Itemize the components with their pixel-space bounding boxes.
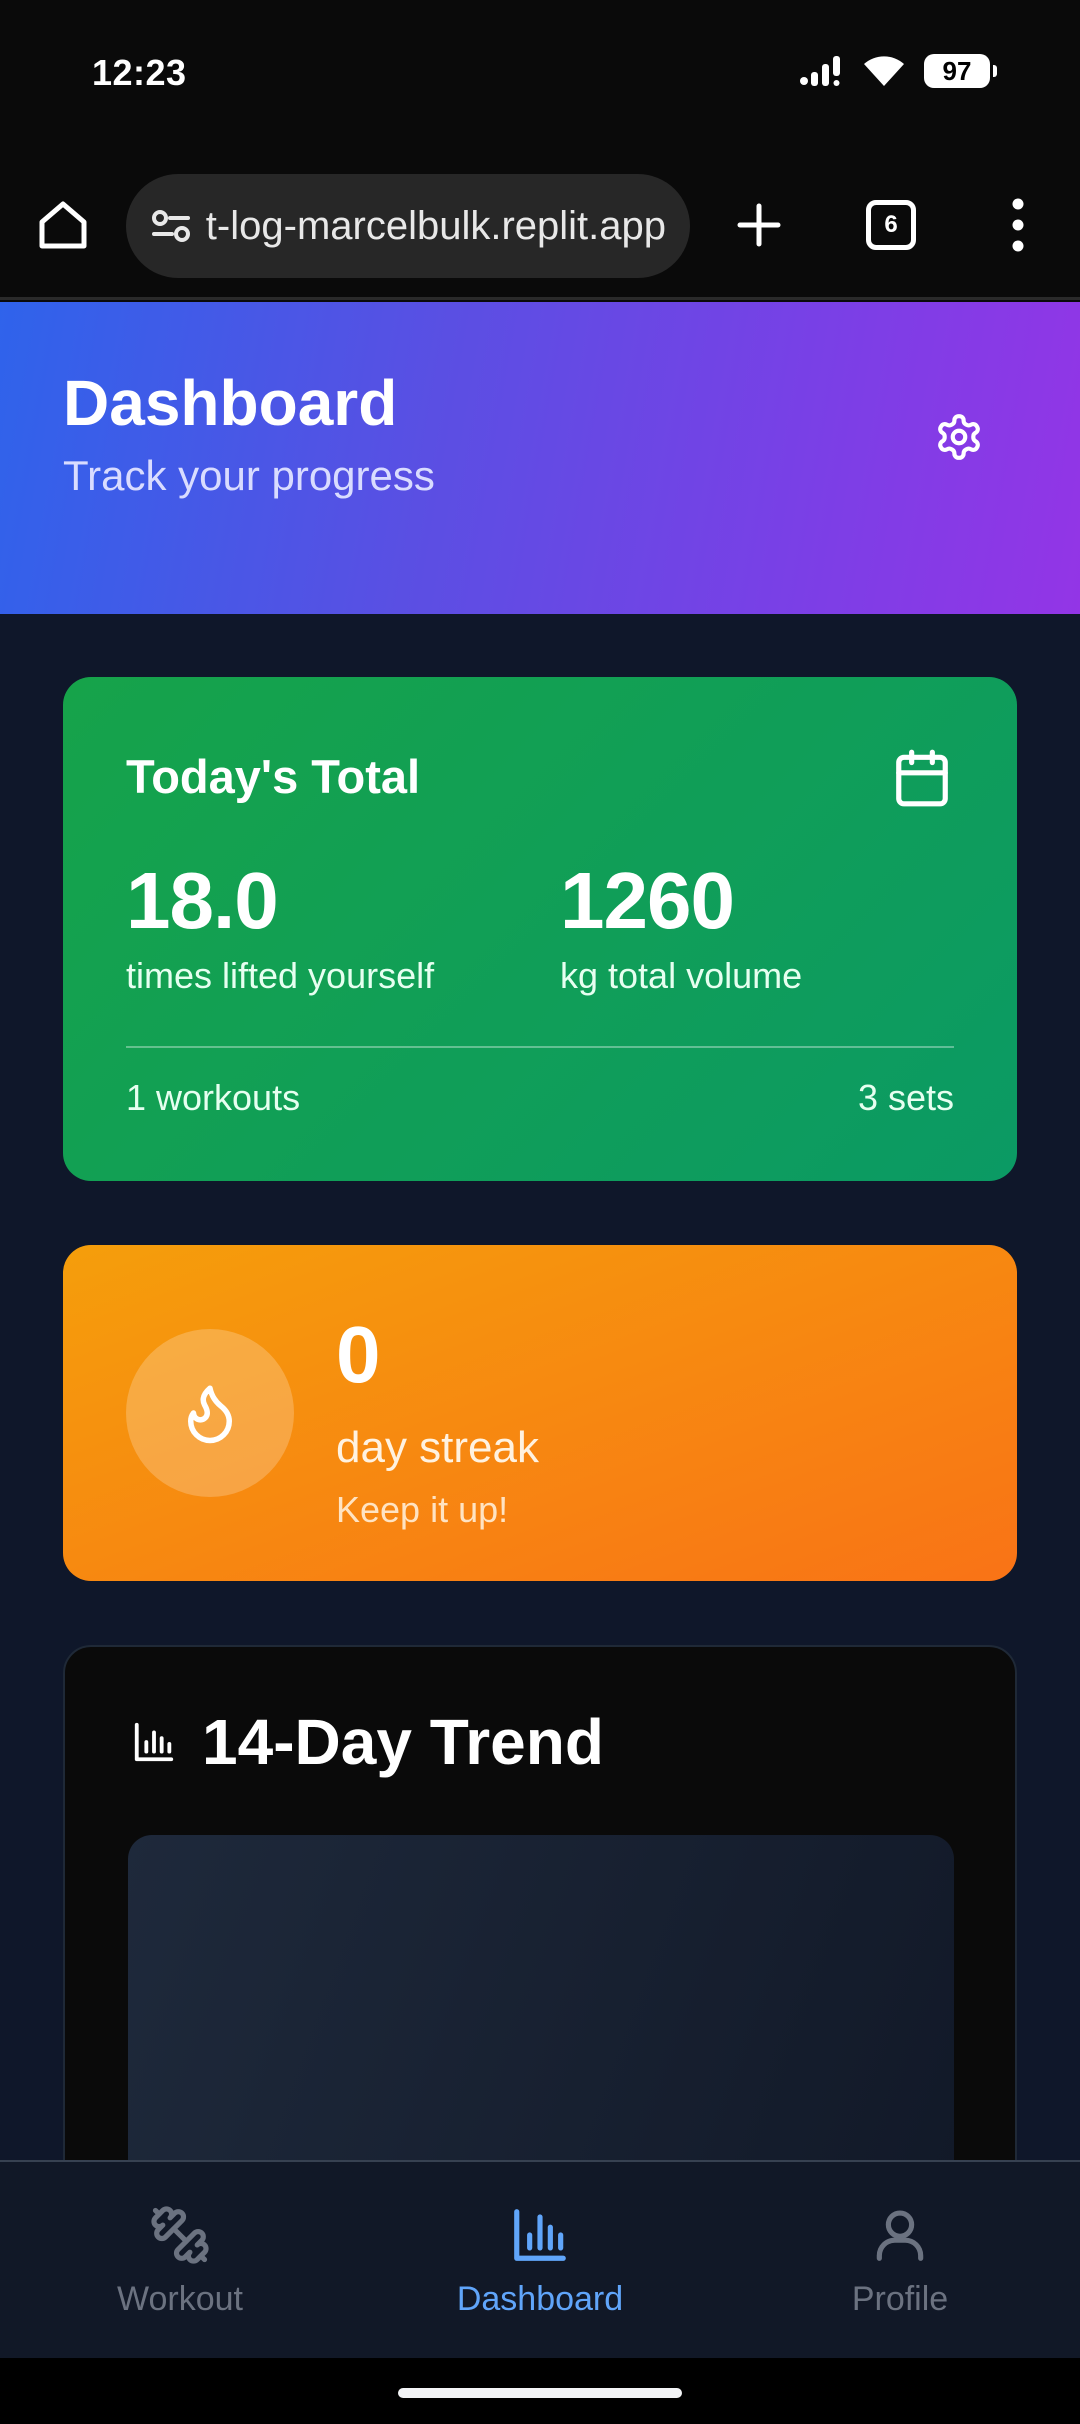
card-divider (126, 1046, 954, 1048)
dumbbell-icon (151, 2206, 209, 2264)
bottom-navigation: Workout Dashboard Profile (0, 2160, 1080, 2358)
bar-chart-icon (134, 1722, 174, 1762)
more-menu-icon[interactable] (998, 192, 1038, 258)
nav-item-profile[interactable]: Profile (775, 2204, 1025, 2319)
streak-card: 0 day streak Keep it up! (63, 1245, 1017, 1581)
streak-label: day streak (336, 1423, 539, 1472)
trend-title: 14-Day Trend (202, 1706, 604, 1778)
trend-card: 14-Day Trend (63, 1645, 1017, 2160)
volume-label: kg total volume (560, 955, 803, 996)
gear-icon[interactable] (934, 412, 984, 462)
sets-count: 3 sets (857, 1077, 954, 1118)
trend-chart-area (128, 1835, 954, 2160)
workouts-count: 1 workouts (126, 1077, 301, 1118)
todays-total-card: Today's Total 18.0 times lifted yourself… (63, 677, 1017, 1181)
calendar-icon (896, 749, 948, 807)
browser-toolbar: workout-log-marcelbulk.replit.app 6 (0, 150, 1080, 300)
home-gesture-handle[interactable] (398, 2388, 682, 2398)
home-icon[interactable] (34, 196, 92, 254)
nav-label-workout: Workout (117, 2280, 243, 2318)
nav-item-dashboard[interactable]: Dashboard (415, 2204, 665, 2319)
todays-total-title: Today's Total (126, 750, 421, 803)
status-bar: 12:23 97 (0, 0, 1080, 150)
nav-item-workout[interactable]: Workout (55, 2204, 305, 2319)
nav-label-dashboard: Dashboard (456, 2280, 624, 2318)
flame-icon (188, 1385, 232, 1444)
streak-encouragement: Keep it up! (336, 1489, 509, 1530)
flame-badge (126, 1329, 294, 1497)
user-icon (876, 2210, 924, 2261)
wifi-icon (864, 56, 904, 86)
site-settings-icon[interactable] (146, 201, 196, 251)
lifted-value: 18.0 (126, 856, 279, 945)
status-icons: 97 (798, 54, 997, 88)
volume-value: 1260 (560, 856, 735, 945)
page-subtitle: Track your progress (63, 452, 435, 499)
tab-switcher-button[interactable]: 6 (866, 200, 916, 250)
system-gesture-bar (0, 2358, 1080, 2424)
nav-label-profile: Profile (851, 2280, 949, 2318)
lifted-label: times lifted yourself (126, 955, 435, 996)
page-title: Dashboard (63, 367, 398, 439)
url-text: workout-log-marcelbulk.replit.app (206, 203, 666, 248)
streak-value: 0 (336, 1310, 381, 1399)
dashboard-content[interactable]: Today's Total 18.0 times lifted yourself… (0, 614, 1080, 2160)
bar-chart-icon (514, 2209, 566, 2261)
status-time: 12:23 (92, 52, 187, 93)
new-tab-icon[interactable] (730, 196, 788, 254)
address-bar[interactable]: workout-log-marcelbulk.replit.app (126, 174, 690, 278)
signal-icon (800, 56, 840, 86)
dashboard-header: Dashboard Track your progress (0, 302, 1080, 614)
battery-indicator: 97 (924, 54, 997, 88)
